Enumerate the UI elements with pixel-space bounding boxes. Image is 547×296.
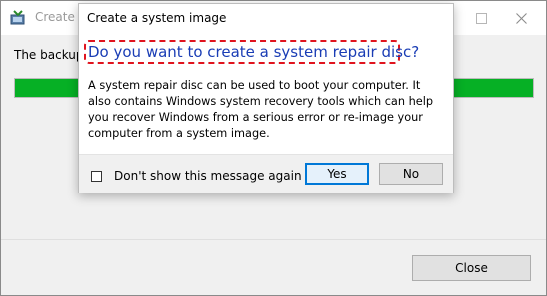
backup-status-text: The backup bbox=[14, 48, 84, 62]
maximize-button[interactable] bbox=[461, 1, 501, 35]
dialog-body-text: A system repair disc can be used to boot… bbox=[88, 79, 434, 140]
dialog-title: Create a system image bbox=[87, 11, 227, 25]
dialog-heading: Do you want to create a system repair di… bbox=[88, 43, 420, 61]
dont-show-checkbox[interactable] bbox=[91, 170, 102, 182]
repair-disc-dialog: Create a system image Do you want to cre… bbox=[78, 3, 454, 193]
backup-app-icon bbox=[9, 9, 27, 27]
yes-button[interactable]: Yes bbox=[305, 163, 369, 185]
dialog-footer: Don't show this message again Yes No bbox=[79, 154, 453, 193]
close-icon bbox=[515, 12, 527, 24]
footer-divider bbox=[1, 239, 546, 240]
close-button[interactable]: Close bbox=[412, 255, 531, 281]
no-button[interactable]: No bbox=[379, 163, 443, 185]
maximize-icon bbox=[475, 12, 487, 24]
window-close-button[interactable] bbox=[501, 1, 541, 35]
dont-show-label[interactable]: Don't show this message again bbox=[114, 169, 302, 183]
dont-show-checkbox-row[interactable]: Don't show this message again bbox=[91, 169, 302, 183]
